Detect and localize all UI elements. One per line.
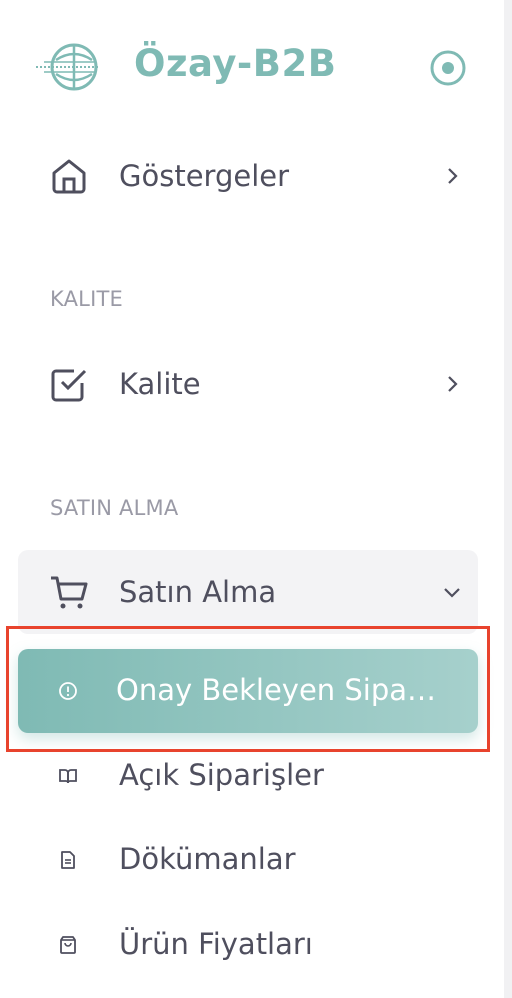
section-header-quality: KALITE bbox=[50, 287, 123, 311]
sidebar-subitem-documents[interactable]: Dökümanlar bbox=[18, 830, 478, 890]
sidebar-subitem-label: Açık Siparişler bbox=[119, 758, 324, 792]
sidebar-item-quality[interactable]: Kalite bbox=[50, 360, 470, 408]
sidebar-item-label: Kalite bbox=[119, 367, 201, 401]
brand-name: Özay-B2B bbox=[134, 42, 337, 85]
sidebar-item-dashboard[interactable]: Göstergeler bbox=[50, 152, 470, 200]
sidebar-toggle-button[interactable] bbox=[428, 48, 468, 88]
shopping-cart-icon bbox=[50, 573, 88, 611]
chevron-right-icon bbox=[448, 168, 458, 184]
sidebar-item-label: Satın Alma bbox=[119, 575, 277, 609]
section-header-purchase: SATIN ALMA bbox=[50, 496, 179, 520]
sidebar-subitem-label: Onay Bekleyen Sipa… bbox=[116, 673, 437, 707]
alert-circle-icon bbox=[59, 682, 77, 700]
sidebar-subitem-label: Dökümanlar bbox=[119, 842, 296, 876]
home-icon bbox=[50, 157, 88, 195]
sidebar-item-label: Göstergeler bbox=[119, 159, 290, 193]
sidebar-subitem-label: Ürün Fiyatları bbox=[119, 927, 313, 961]
sidebar-subitem-open-orders[interactable]: Açık Siparişler bbox=[18, 746, 478, 806]
shopping-bag-icon bbox=[60, 936, 76, 954]
sidebar-subitem-product-prices[interactable]: Ürün Fiyatları bbox=[18, 915, 478, 975]
chevron-down-icon bbox=[444, 588, 460, 598]
sidebar-item-purchase[interactable]: Satın Alma bbox=[50, 568, 470, 616]
checkbox-icon bbox=[50, 365, 88, 403]
radio-circle-icon bbox=[430, 50, 466, 86]
sidebar-subitem-pending-orders[interactable]: Onay Bekleyen Sipa… bbox=[18, 649, 478, 733]
chevron-right-icon bbox=[448, 376, 458, 392]
brand-logo-icon bbox=[34, 40, 102, 94]
sidebar-scroll-edge bbox=[504, 0, 512, 998]
document-icon bbox=[61, 851, 75, 869]
book-open-icon bbox=[59, 769, 77, 784]
